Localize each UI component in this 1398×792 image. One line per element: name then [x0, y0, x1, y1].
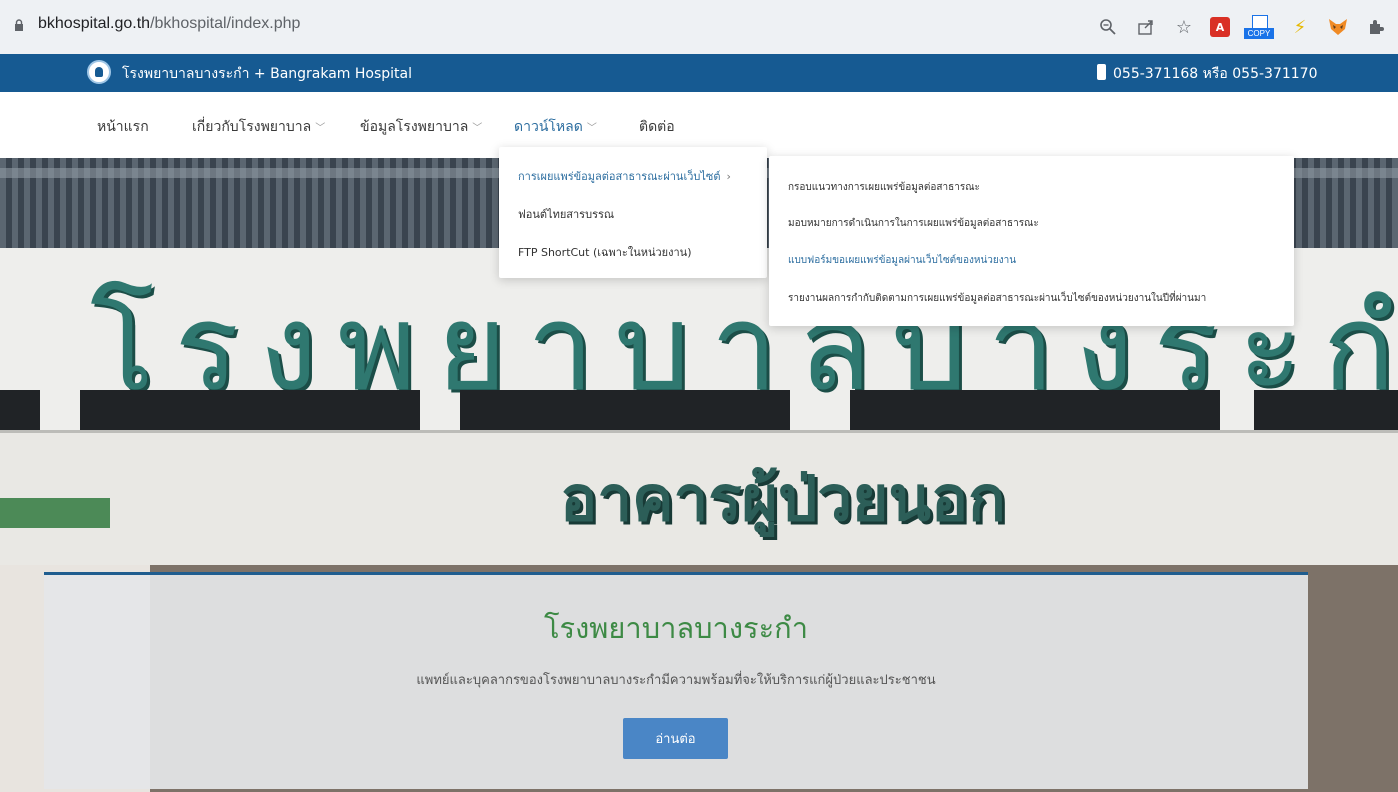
caption-title: โรงพยาบาลบางระกำ [543, 611, 809, 645]
chevron-down-icon: ﹀ [472, 123, 483, 134]
submenu-item-framework[interactable]: กรอบแนวทางการเผยแพร่ข้อมูลต่อสาธารณะ [788, 180, 980, 195]
hero-caption: โรงพยาบาลบางระกำ แพทย์และบุคลากรของโรงพย… [44, 572, 1308, 789]
url-host: bkhospital.go.th [38, 15, 151, 32]
chevron-down-icon: ﹀ [586, 123, 597, 134]
site-name[interactable]: โรงพยาบาลบางระกำ + Bangrakam Hospital [122, 63, 412, 85]
nav-home[interactable]: หน้าแรก [97, 116, 149, 138]
download-dropdown: การเผยแพร่ข้อมูลต่อสาธารณะผ่านเว็บไซต์ › … [499, 147, 767, 278]
url-path: /bkhospital/index.php [150, 15, 301, 32]
copy-extension-icon[interactable]: COPY [1244, 15, 1274, 39]
site-top-bar: โรงพยาบาลบางระกำ + Bangrakam Hospital 05… [0, 54, 1398, 92]
nav-download[interactable]: ดาวน์โหลด ﹀ [514, 116, 597, 138]
dropdown-item-public-disclosure[interactable]: การเผยแพร่ข้อมูลต่อสาธารณะผ่านเว็บไซต์ › [518, 167, 731, 185]
awning [0, 498, 110, 528]
caption-subtitle: แพทย์และบุคลากรของโรงพยาบาลบางระกำมีความ… [416, 673, 936, 688]
lock-icon [15, 19, 23, 31]
dropdown-item-thai-font[interactable]: ฟอนต์ไทยสารบรรณ [518, 205, 614, 223]
submenu-item-report[interactable]: รายงานผลการกำกับติดตามการเผยแพร่ข้อมูลต่… [788, 291, 1206, 306]
share-icon[interactable] [1134, 15, 1158, 39]
phone-number: 055-371168 หรือ 055-371170 [1113, 66, 1318, 82]
submenu-item-assignment[interactable]: มอบหมายการดำเนินการในการเผยแพร่ข้อมูลต่อ… [788, 216, 1039, 231]
nav-about[interactable]: เกี่ยวกับโรงพยาบาล ﹀ [192, 116, 325, 138]
pdf-extension-icon[interactable]: A [1210, 17, 1230, 37]
nav-hospital-info[interactable]: ข้อมูลโรงพยาบาล ﹀ [360, 116, 482, 138]
browser-toolbar: ☆ A COPY ⚡ [1096, 13, 1388, 41]
chevron-down-icon: ﹀ [315, 123, 326, 134]
public-disclosure-submenu: กรอบแนวทางการเผยแพร่ข้อมูลต่อสาธารณะ มอบ… [769, 156, 1294, 326]
zoom-icon[interactable] [1096, 15, 1120, 39]
lightning-extension-icon[interactable]: ⚡ [1288, 15, 1312, 39]
extensions-puzzle-icon[interactable] [1364, 15, 1388, 39]
phone-icon [1097, 64, 1106, 80]
bookmark-star-icon[interactable]: ☆ [1172, 15, 1196, 39]
nav-contact[interactable]: ติดต่อ [639, 116, 675, 138]
url-field[interactable]: bkhospital.go.th/bkhospital/index.php [38, 15, 300, 33]
hero-sign-building: อาคารผู้ป่วยนอก [560, 462, 1006, 535]
hospital-logo-icon[interactable] [87, 60, 111, 84]
browser-address-bar: bkhospital.go.th/bkhospital/index.php ☆ … [0, 0, 1398, 55]
chevron-right-icon: › [726, 170, 731, 183]
read-more-button[interactable]: อ่านต่อ [623, 718, 728, 759]
fox-extension-icon[interactable] [1326, 15, 1350, 39]
submenu-item-request-form[interactable]: แบบฟอร์มขอเผยแพร่ข้อมูลผ่านเว็บไซต์ของหน… [788, 253, 1016, 268]
dropdown-item-ftp-shortcut[interactable]: FTP ShortCut (เฉพาะในหน่วยงาน) [518, 243, 692, 261]
